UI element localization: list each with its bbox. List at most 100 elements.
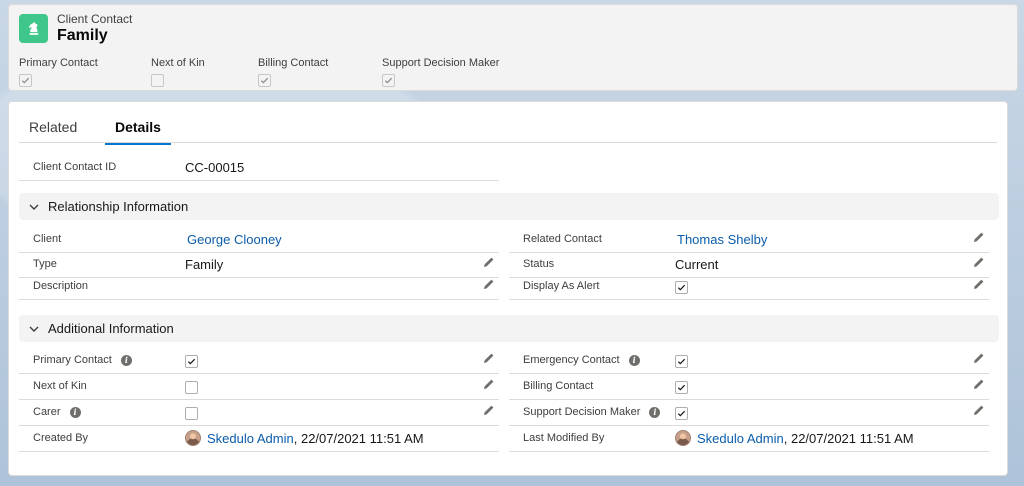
field-label: Client Contact ID	[33, 161, 117, 173]
last-modified-by-user-link[interactable]: Skedulo Admin	[697, 431, 784, 446]
field-label: Status	[523, 258, 555, 270]
field-created-by: Created By Skedulo Admin , 22/07/2021 11…	[19, 427, 499, 452]
info-icon[interactable]: i	[628, 354, 640, 366]
field-label: Last Modified By	[523, 432, 605, 444]
section-relationship-information[interactable]: Relationship Information	[19, 193, 999, 220]
related-contact-link[interactable]: Thomas Shelby	[677, 232, 767, 247]
avatar	[675, 430, 691, 446]
field-value: Thomas Shelby	[677, 232, 767, 247]
primary-contact-checkbox	[185, 355, 198, 368]
highlight-label: Primary Contact	[19, 57, 98, 69]
info-icon[interactable]: i	[649, 406, 661, 418]
carer-checkbox	[185, 407, 198, 420]
highlight-label: Next of Kin	[151, 57, 205, 69]
field-billing-contact: Billing Contact	[509, 375, 989, 400]
tab-related[interactable]: Related	[29, 119, 77, 143]
record-title-block: Client Contact Family	[19, 12, 132, 46]
pencil-icon[interactable]	[973, 278, 987, 292]
record-name: Family	[57, 27, 108, 44]
pencil-icon[interactable]	[973, 404, 987, 418]
chess-knight-icon	[19, 14, 48, 43]
info-icon[interactable]: i	[69, 406, 81, 418]
last-modified-by-date: , 22/07/2021 11:51 AM	[783, 430, 914, 446]
highlight-checkbox	[19, 74, 32, 87]
field-description: Description	[19, 275, 499, 300]
field-display-as-alert: Display As Alert	[509, 275, 989, 300]
pencil-icon[interactable]	[973, 352, 987, 366]
chevron-down-icon	[28, 323, 40, 335]
record-detail-card: Related Details Client Contact ID CC-000…	[8, 101, 1008, 476]
billing-contact-checkbox	[675, 381, 688, 394]
field-value: George Clooney	[187, 232, 282, 247]
highlight-next-of-kin: Next of Kin	[151, 57, 205, 90]
tab-details[interactable]: Details	[105, 119, 171, 145]
emergency-contact-checkbox	[675, 355, 688, 368]
field-last-modified-by: Last Modified By Skedulo Admin , 22/07/2…	[509, 427, 989, 452]
field-label: Emergency Contact i	[523, 354, 640, 366]
pencil-icon[interactable]	[483, 404, 497, 418]
pencil-icon[interactable]	[973, 256, 987, 270]
field-value: Current	[675, 257, 719, 272]
section-title: Additional Information	[48, 321, 174, 336]
pencil-icon[interactable]	[483, 352, 497, 366]
field-label: Created By	[33, 432, 89, 444]
field-label: Related Contact	[523, 233, 602, 245]
field-label: Client	[33, 233, 62, 245]
field-primary-contact: Primary Contact i	[19, 349, 499, 374]
next-of-kin-checkbox	[185, 381, 198, 394]
client-link[interactable]: George Clooney	[187, 232, 282, 247]
field-support-decision-maker: Support Decision Maker i	[509, 401, 989, 426]
highlight-billing-contact: Billing Contact	[258, 57, 328, 88]
pencil-icon[interactable]	[973, 231, 987, 245]
field-label: Description	[33, 280, 89, 292]
field-value	[675, 355, 688, 368]
highlight-checkbox	[258, 74, 271, 87]
highlight-support-decision-maker: Support Decision Maker	[382, 57, 499, 88]
support-decision-maker-checkbox	[675, 407, 688, 420]
pencil-icon[interactable]	[973, 378, 987, 392]
field-value	[185, 381, 198, 394]
field-label-text: Emergency Contact	[523, 354, 620, 366]
field-next-of-kin: Next of Kin	[19, 375, 499, 400]
field-value	[675, 407, 688, 420]
field-value: Skedulo Admin , 22/07/2021 11:51 AM	[185, 430, 424, 446]
field-emergency-contact: Emergency Contact i	[509, 349, 989, 374]
field-label-text: Carer	[33, 406, 61, 418]
field-label: Carer i	[33, 406, 81, 418]
display-as-alert-checkbox	[675, 281, 688, 294]
section-additional-information[interactable]: Additional Information	[19, 315, 999, 342]
field-label-text: Support Decision Maker	[523, 406, 641, 418]
created-by-user-link[interactable]: Skedulo Admin	[207, 431, 294, 446]
pencil-icon[interactable]	[483, 278, 497, 292]
field-label: Display As Alert	[523, 280, 600, 292]
info-icon[interactable]: i	[120, 354, 132, 366]
record-header: Client Contact Family Primary Contact Ne…	[8, 4, 1018, 91]
pencil-icon[interactable]	[483, 378, 497, 392]
record-object-type: Client Contact	[57, 12, 133, 26]
field-client: Client George Clooney	[19, 228, 499, 253]
highlight-primary-contact: Primary Contact	[19, 57, 98, 88]
pencil-icon[interactable]	[483, 256, 497, 270]
tab-bar: Related Details	[19, 112, 997, 145]
avatar	[185, 430, 201, 446]
field-related-contact: Related Contact Thomas Shelby	[509, 228, 989, 253]
field-value: Skedulo Admin , 22/07/2021 11:51 AM	[675, 430, 914, 446]
created-by-date: , 22/07/2021 11:51 AM	[293, 430, 424, 446]
field-value	[675, 281, 688, 294]
field-label: Primary Contact i	[33, 354, 132, 366]
field-label: Type	[33, 258, 57, 270]
field-value: CC-00015	[185, 160, 245, 175]
field-carer: Carer i	[19, 401, 499, 426]
highlight-label: Billing Contact	[258, 57, 329, 69]
field-client-contact-id: Client Contact ID CC-00015	[19, 156, 499, 181]
field-value: Family	[185, 257, 224, 272]
field-label-text: Primary Contact	[33, 354, 112, 366]
highlight-checkbox	[151, 74, 164, 87]
field-value	[675, 381, 688, 394]
chevron-down-icon	[28, 201, 40, 213]
highlight-label: Support Decision Maker	[382, 57, 500, 69]
field-label: Support Decision Maker i	[523, 406, 661, 418]
field-label: Billing Contact	[523, 380, 594, 392]
field-value	[185, 407, 198, 420]
field-label: Next of Kin	[33, 380, 87, 392]
